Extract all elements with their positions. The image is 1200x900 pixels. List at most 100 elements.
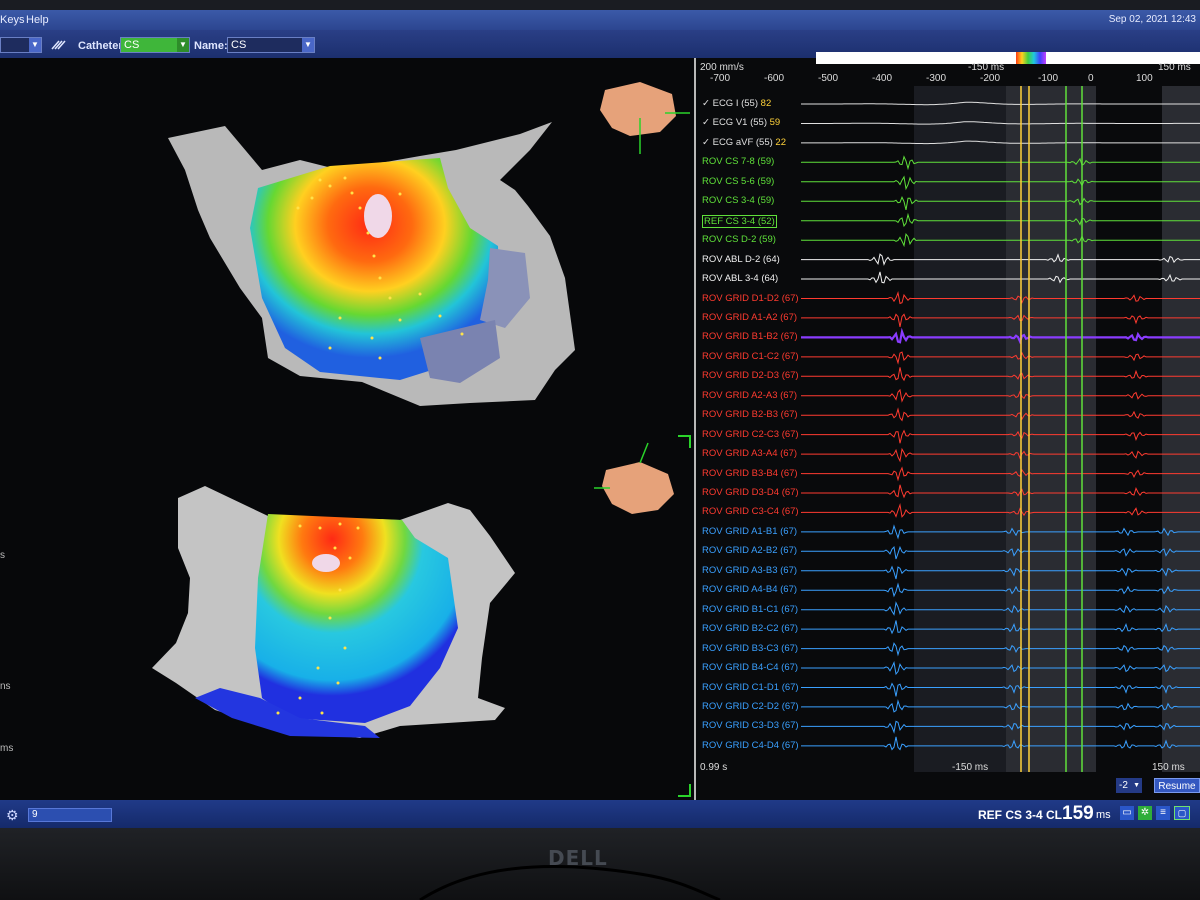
trace-label[interactable]: ROV GRID C2-C3 (67) — [702, 429, 799, 440]
trace-label[interactable]: ROV GRID B1-C1 (67) — [702, 604, 798, 615]
gain-select[interactable]: -2 ▼ — [1116, 778, 1142, 793]
monitor-bezel-top — [0, 0, 1200, 10]
trace-label[interactable]: ROV GRID B3-C3 (67) — [702, 643, 798, 654]
monitor-icon[interactable]: ▢ — [1174, 806, 1190, 820]
trace-label[interactable]: ROV GRID B4-C4 (67) — [702, 662, 798, 673]
gear-icon[interactable]: ⚙ — [6, 807, 19, 824]
catheter-icon[interactable] — [50, 39, 68, 51]
cycle-length-label: REF CS 3-4 CL — [978, 808, 1063, 822]
trace-label-text: ROV GRID B3-C3 (67) — [702, 642, 799, 654]
menu-keys[interactable]: Keys — [0, 14, 24, 26]
trace-label[interactable]: ROV GRID A3-A4 (67) — [702, 448, 797, 459]
trace-label[interactable]: ROV GRID A2-A3 (67) — [702, 390, 797, 401]
trace-label[interactable]: ROV GRID D3-D4 (67) — [702, 487, 799, 498]
menu-help[interactable]: Help — [26, 14, 49, 26]
trace-amplitude: 22 — [772, 136, 787, 148]
trace-label-text: ROV GRID C2-D2 (67) — [702, 700, 799, 712]
name-label: Name: — [194, 40, 228, 52]
trace-label[interactable]: ROV CS 7-8 (59) — [702, 156, 774, 167]
resume-button[interactable]: Resume — [1154, 778, 1200, 793]
trace-label[interactable]: ✓ ECG aVF (55) 22 — [702, 137, 786, 148]
trace-label-text: REF CS 3-4 (52) — [704, 215, 775, 227]
map-side-label: s — [0, 550, 5, 561]
status-field[interactable]: 9 — [28, 808, 112, 822]
trace-label[interactable]: ROV GRID C3-D3 (67) — [702, 720, 799, 731]
timescale-bar[interactable] — [816, 52, 1200, 64]
trace-label-text: ROV GRID D3-D4 (67) — [702, 487, 799, 498]
trace-label-text: ROV GRID C3-C4 (67) — [702, 506, 799, 518]
trace-label[interactable]: REF CS 3-4 (52) — [702, 214, 777, 228]
cycle-length-unit: ms — [1096, 809, 1111, 821]
datetime-readout: Sep 02, 2021 12:43 — [1108, 14, 1196, 25]
time-tick: -700 — [710, 73, 731, 84]
trace-label[interactable]: ROV ABL 3-4 (64) — [702, 273, 778, 284]
trace-label[interactable]: ROV GRID B2-B3 (67) — [702, 409, 798, 420]
chat-icon[interactable]: ▭ — [1120, 806, 1134, 820]
chevron-down-icon: ▼ — [177, 38, 189, 52]
time-tick: -600 — [764, 73, 785, 84]
orientation-model-top[interactable] — [600, 82, 690, 154]
trace-label[interactable]: ROV GRID C2-D2 (67) — [702, 701, 799, 712]
trace-label-text: ROV GRID A1-A2 (67) — [702, 311, 798, 323]
trace-label-text: ROV ABL 3-4 (64) — [702, 273, 779, 285]
map-side-label: ns — [0, 681, 11, 692]
trace-label-text: ROV CS 5-6 (59) — [702, 175, 775, 187]
settings-icon[interactable]: ✲ — [1138, 806, 1152, 820]
map-3d-view[interactable]: s ns ms — [0, 58, 694, 800]
trace-label[interactable]: ROV GRID D1-D2 (67) — [702, 293, 799, 304]
trace-label[interactable]: ROV CS 3-4 (59) — [702, 195, 774, 206]
trace-label[interactable]: ROV CS D-2 (59) — [702, 234, 776, 245]
time-tick: -400 — [872, 73, 893, 84]
trace-label[interactable]: ✓ ECG I (55) 82 — [702, 98, 771, 109]
trace-label-text: ROV GRID B4-C4 (67) — [702, 662, 799, 674]
trace-label-text: ROV GRID C1-D1 (67) — [702, 681, 799, 693]
upper-atrium-map[interactable] — [168, 122, 575, 406]
orientation-model-bottom[interactable] — [594, 442, 674, 514]
trace-label[interactable]: ROV GRID C1-D1 (67) — [702, 682, 799, 693]
review-window-band — [1162, 86, 1200, 772]
trace-label[interactable]: ROV ABL D-2 (64) — [702, 254, 780, 265]
ecg-trace-panel[interactable]: 200 mm/s -700 -600 -500 -400 -300 -200 -… — [694, 52, 1200, 800]
status-bar: ⚙ 9 REF CS 3-4 CL 159 ms ▭ ✲ ≡ ▢ — [0, 800, 1200, 828]
layers-icon[interactable]: ≡ — [1156, 806, 1170, 820]
window-start-label: -150 ms — [968, 62, 1005, 73]
trace-label[interactable]: ROV GRID A1-A2 (67) — [702, 312, 797, 323]
trace-label[interactable]: ROV GRID B3-B4 (67) — [702, 468, 798, 479]
chevron-down-icon: ▼ — [1133, 782, 1140, 789]
trace-label[interactable]: ROV GRID A4-B4 (67) — [702, 584, 797, 595]
trace-label[interactable]: ROV CS 5-6 (59) — [702, 176, 774, 187]
menu-bar: Keys Help Sep 02, 2021 12:43 — [0, 10, 1200, 30]
trace-label[interactable]: ROV GRID A2-B2 (67) — [702, 545, 797, 556]
trace-label-text: ROV GRID B2-C2 (67) — [702, 623, 799, 635]
review-window-band — [914, 86, 1006, 772]
time-tick: -300 — [926, 73, 947, 84]
trace-label-text: ROV GRID D2-D3 (67) — [702, 370, 799, 382]
trace-label-text: ROV GRID A2-A3 (67) — [702, 389, 798, 401]
check-icon[interactable]: ✓ — [702, 98, 713, 109]
trace-label[interactable]: ROV GRID D2-D3 (67) — [702, 370, 799, 381]
anatomy-map-canvas[interactable] — [0, 58, 694, 800]
check-icon[interactable]: ✓ — [702, 137, 713, 148]
trace-label[interactable]: ROV GRID C4-D4 (67) — [702, 740, 799, 751]
trace-label-text: ROV ABL D-2 (64) — [702, 253, 780, 265]
trace-label-text: ROV GRID C4-D4 (67) — [702, 739, 799, 751]
left-dropdown[interactable]: ▼ — [0, 37, 42, 53]
trace-label[interactable]: ROV GRID B1-B2 (67) — [702, 331, 798, 342]
trace-label-text: ROV GRID B2-B3 (67) — [702, 409, 798, 421]
catheter-select[interactable]: CS ▼ — [120, 37, 190, 53]
sweep-speed-label[interactable]: 200 mm/s — [700, 62, 744, 73]
lower-atrium-map[interactable] — [152, 486, 515, 738]
trace-label[interactable]: ROV GRID A3-B3 (67) — [702, 565, 797, 576]
trace-label[interactable]: ROV GRID C1-C2 (67) — [702, 351, 799, 362]
trace-label[interactable]: ✓ ECG V1 (55) 59 — [702, 117, 780, 128]
trace-label[interactable]: ROV GRID B2-C2 (67) — [702, 623, 798, 634]
trace-label[interactable]: ROV GRID A1-B1 (67) — [702, 526, 797, 537]
trace-label-text: ROV GRID C3-D3 (67) — [702, 720, 799, 732]
window-end-bottom: 150 ms — [1152, 762, 1185, 773]
trace-label-text: ECG I (55) — [712, 98, 759, 109]
time-tick: 100 — [1136, 73, 1153, 84]
chevron-down-icon: ▼ — [302, 38, 314, 52]
check-icon[interactable]: ✓ — [702, 117, 713, 128]
trace-label[interactable]: ROV GRID C3-C4 (67) — [702, 506, 799, 517]
name-select[interactable]: CS ▼ — [227, 37, 315, 53]
